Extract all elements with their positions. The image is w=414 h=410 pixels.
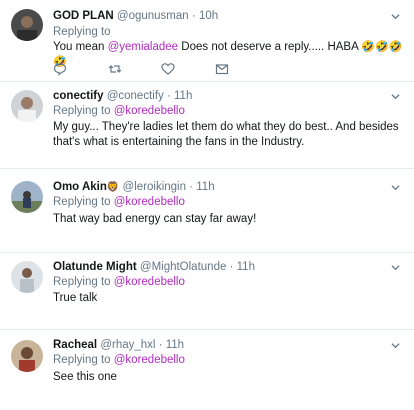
- tweet-text: That way bad energy can stay far away!: [53, 213, 257, 225]
- tweet-header: conectify @conectify · 11h: [53, 89, 192, 103]
- reply-icon[interactable]: [53, 62, 67, 76]
- tweet[interactable]: conectify @conectify · 11h Replying to @…: [0, 82, 414, 169]
- separator-dot: ·: [166, 90, 171, 102]
- mention-link[interactable]: @yemialadee: [108, 41, 179, 53]
- avatar[interactable]: [11, 181, 43, 213]
- timestamp[interactable]: 10h: [199, 10, 218, 22]
- lion-emoji: 🦁: [106, 182, 120, 193]
- reply-feed: GOD PLAN @ogunusman · 10h Replying to Yo…: [0, 0, 414, 410]
- chevron-down-icon[interactable]: [391, 92, 400, 101]
- user-handle[interactable]: @rhay_hxl: [100, 339, 155, 351]
- avatar[interactable]: [11, 9, 43, 41]
- direct-message-icon[interactable]: [215, 62, 229, 76]
- display-name[interactable]: GOD PLAN: [53, 10, 114, 22]
- retweet-icon[interactable]: [108, 62, 122, 76]
- user-handle[interactable]: @conectify: [107, 90, 164, 102]
- replying-to-label: Replying to: [53, 354, 111, 366]
- user-handle[interactable]: @MightOlatunde: [140, 261, 226, 273]
- display-name[interactable]: Racheal: [53, 339, 97, 351]
- replying-to-label: Replying to: [53, 26, 111, 38]
- heart-icon[interactable]: [161, 62, 175, 76]
- tweet-header: Omo Akin🦁 @leroikingin · 11h: [53, 180, 215, 195]
- reply-to-mention[interactable]: @koredebello: [114, 105, 185, 117]
- replying-to: Replying to @koredebello: [53, 195, 185, 209]
- reply-to-mention[interactable]: @koredebello: [114, 196, 185, 208]
- replying-to-label: Replying to: [53, 105, 111, 117]
- chevron-down-icon[interactable]: [391, 341, 400, 350]
- chevron-down-icon[interactable]: [391, 263, 400, 272]
- chevron-down-icon[interactable]: [391, 183, 400, 192]
- tweet-header: Racheal @rhay_hxl · 11h: [53, 338, 184, 352]
- separator-dot: ·: [191, 10, 196, 22]
- tweet-actions: [53, 62, 253, 76]
- replying-to: Replying to @koredebello: [53, 353, 185, 367]
- separator-dot: ·: [158, 339, 163, 351]
- tweet-header: GOD PLAN @ogunusman · 10h: [53, 9, 218, 23]
- reply-to-mention[interactable]: @koredebello: [114, 354, 185, 366]
- timestamp[interactable]: 11h: [237, 261, 255, 273]
- timestamp[interactable]: 11h: [196, 181, 214, 193]
- avatar[interactable]: [11, 90, 43, 122]
- replying-to: Replying to @koredebello: [53, 275, 185, 289]
- tweet-text-suffix: Does not deserve a reply..... HABA: [178, 41, 362, 53]
- replying-to: Replying to: [53, 25, 111, 39]
- replying-to-label: Replying to: [53, 276, 111, 288]
- chevron-down-icon[interactable]: [391, 12, 400, 21]
- tweet-text-prefix: You mean: [53, 41, 108, 53]
- user-handle[interactable]: @ogunusman: [117, 10, 189, 22]
- tweet-header: Olatunde Might @MightOlatunde · 11h: [53, 260, 255, 274]
- display-name[interactable]: Omo Akin: [53, 181, 107, 193]
- reply-to-mention[interactable]: @koredebello: [114, 276, 185, 288]
- tweet-text: See this one: [53, 371, 117, 383]
- separator-dot: ·: [189, 181, 194, 193]
- replying-to: Replying to @koredebello: [53, 104, 185, 118]
- tweet-text: My guy... They're ladies let them do wha…: [53, 121, 399, 148]
- user-handle[interactable]: @leroikingin: [123, 181, 186, 193]
- tweet[interactable]: Omo Akin🦁 @leroikingin · 11h Replying to…: [0, 169, 414, 253]
- avatar[interactable]: [11, 261, 43, 293]
- avatar[interactable]: [11, 340, 43, 372]
- timestamp[interactable]: 11h: [166, 339, 184, 351]
- display-name[interactable]: Olatunde Might: [53, 261, 137, 273]
- tweet[interactable]: GOD PLAN @ogunusman · 10h Replying to Yo…: [0, 0, 414, 82]
- timestamp[interactable]: 11h: [174, 90, 192, 102]
- display-name[interactable]: conectify: [53, 90, 104, 102]
- tweet-text: True talk: [53, 292, 98, 304]
- replying-to-label: Replying to: [53, 196, 111, 208]
- separator-dot: ·: [229, 261, 234, 273]
- tweet[interactable]: Olatunde Might @MightOlatunde · 11h Repl…: [0, 253, 414, 330]
- tweet[interactable]: Racheal @rhay_hxl · 11h Replying to @kor…: [0, 330, 414, 410]
